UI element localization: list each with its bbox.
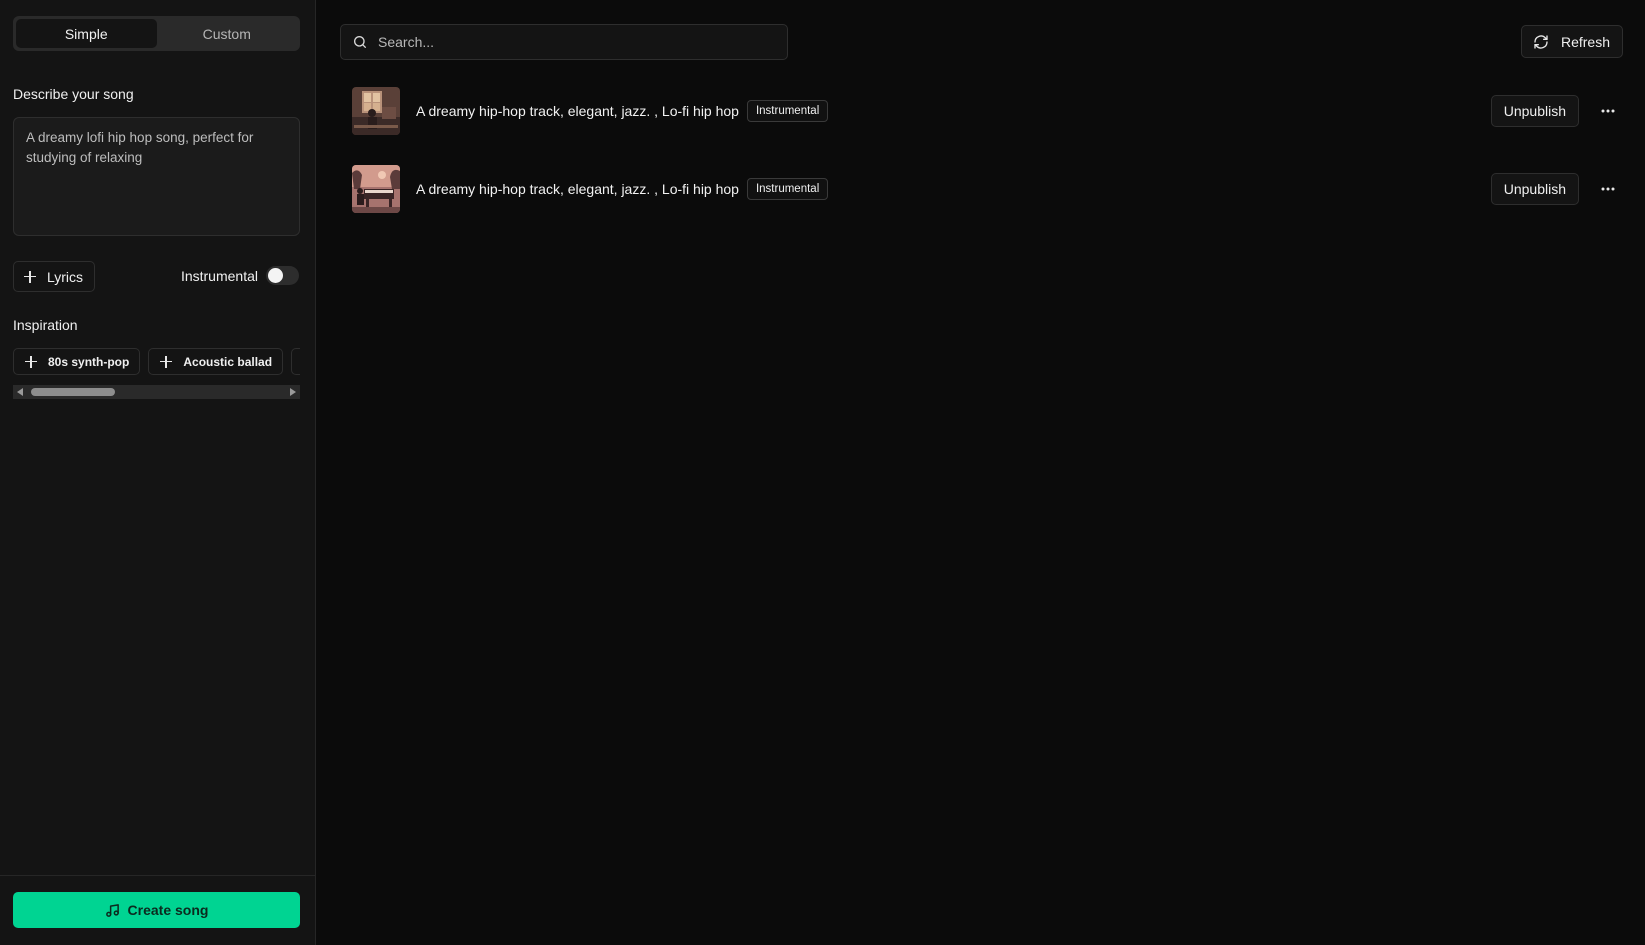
cover-art-window-icon[interactable] bbox=[352, 87, 400, 135]
cover-art-piano-icon[interactable] bbox=[352, 165, 400, 213]
scrollbar-thumb[interactable] bbox=[31, 388, 115, 396]
instrumental-badge: Instrumental bbox=[746, 100, 829, 122]
row-actions: Unpublish bbox=[1490, 95, 1623, 127]
refresh-icon bbox=[1534, 34, 1548, 49]
song-row[interactable]: A dreamy hip-hop track, elegant, jazz. ,… bbox=[352, 86, 1623, 136]
inspiration-label: Inspiration bbox=[13, 317, 78, 333]
plus-icon bbox=[24, 355, 38, 369]
chips-scrollbar[interactable] bbox=[13, 385, 300, 399]
plus-icon bbox=[23, 270, 37, 284]
more-options-icon[interactable] bbox=[1593, 96, 1623, 126]
refresh-label: Refresh bbox=[1560, 33, 1610, 50]
inspiration-chip[interactable]: Acoustic ballad bbox=[148, 348, 284, 375]
main-panel: Refresh A dreamy hip-hop bbox=[316, 0, 1645, 945]
inspiration-chip[interactable]: 80s synth-pop bbox=[13, 348, 141, 375]
refresh-button[interactable]: Refresh bbox=[1520, 25, 1623, 58]
search-icon bbox=[354, 36, 366, 48]
create-song-button[interactable]: Create song bbox=[13, 892, 300, 928]
instrumental-badge: Instrumental bbox=[746, 178, 829, 200]
inspiration-chip[interactable] bbox=[291, 348, 300, 375]
mode-toggle: Simple Custom bbox=[13, 16, 300, 51]
tab-custom[interactable]: Custom bbox=[157, 19, 298, 48]
scroll-left-arrow-icon[interactable] bbox=[17, 388, 23, 396]
unpublish-button[interactable]: Unpublish bbox=[1490, 173, 1579, 205]
more-options-icon[interactable] bbox=[1593, 174, 1623, 204]
scroll-right-arrow-icon[interactable] bbox=[290, 388, 296, 396]
instrumental-toggle[interactable] bbox=[266, 266, 299, 285]
chip-label: Acoustic ballad bbox=[183, 354, 273, 369]
song-title[interactable]: A dreamy hip-hop track, elegant, jazz. ,… bbox=[416, 103, 739, 119]
inspiration-chips: 80s synth-pop Acoustic ballad bbox=[13, 348, 300, 376]
song-row[interactable]: A dreamy hip-hop track, elegant, jazz. ,… bbox=[352, 164, 1623, 214]
tab-simple[interactable]: Simple bbox=[16, 19, 157, 48]
row-actions: Unpublish bbox=[1490, 173, 1623, 205]
song-description-input[interactable]: A dreamy lofi hip hop song, perfect for … bbox=[13, 117, 300, 236]
create-song-label: Create song bbox=[127, 902, 209, 918]
song-title[interactable]: A dreamy hip-hop track, elegant, jazz. ,… bbox=[416, 181, 739, 197]
sidebar: Simple Custom Describe your song A dream… bbox=[0, 0, 316, 945]
chip-label: 80s synth-pop bbox=[48, 354, 130, 369]
sidebar-footer: Create song bbox=[0, 875, 316, 945]
search-bar bbox=[340, 24, 788, 60]
instrumental-label: Instrumental bbox=[180, 267, 258, 284]
music-note-icon bbox=[105, 903, 119, 917]
search-input[interactable] bbox=[378, 34, 787, 50]
describe-label: Describe your song bbox=[13, 86, 134, 102]
plus-icon bbox=[159, 355, 173, 369]
unpublish-button[interactable]: Unpublish bbox=[1490, 95, 1579, 127]
instrumental-control: Instrumental bbox=[181, 266, 299, 285]
add-lyrics-button[interactable]: Lyrics bbox=[13, 261, 96, 292]
lyrics-label: Lyrics bbox=[47, 268, 84, 285]
app: Simple Custom Describe your song A dream… bbox=[0, 0, 1645, 945]
toggle-knob bbox=[268, 268, 283, 283]
